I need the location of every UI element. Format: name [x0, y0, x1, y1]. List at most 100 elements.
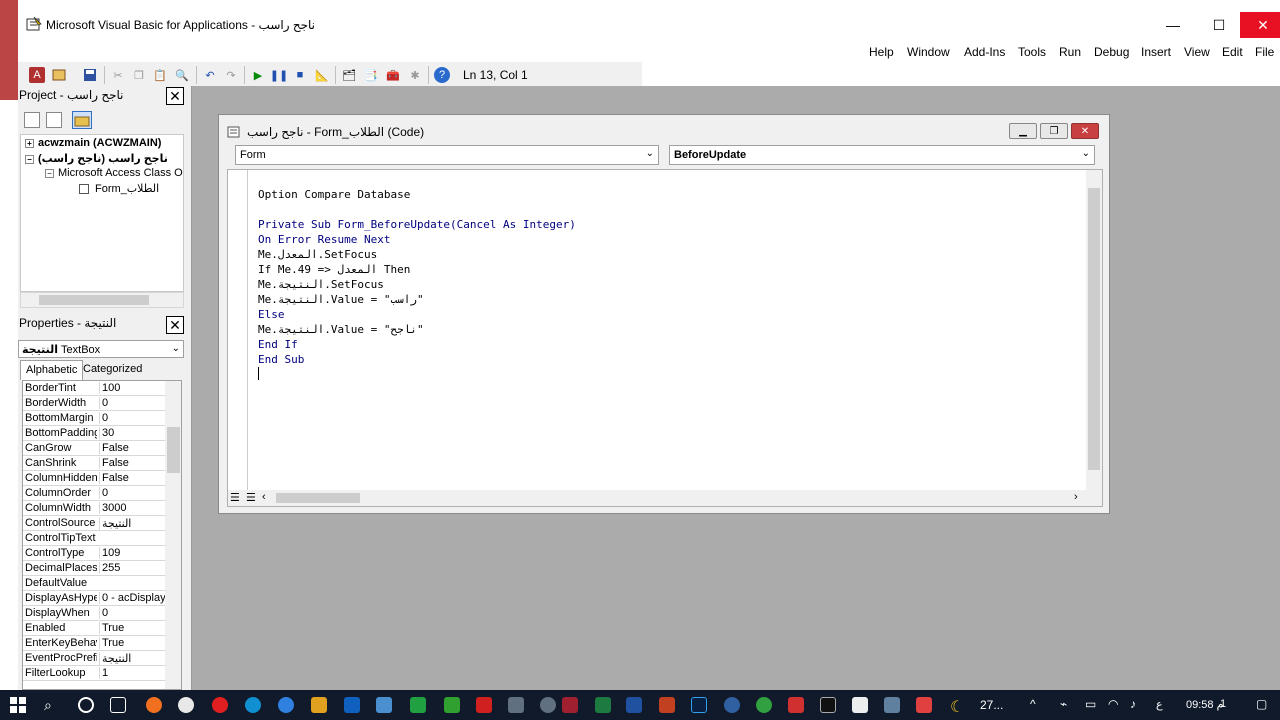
access-icon[interactable]	[562, 697, 578, 713]
property-row[interactable]: FilterLookup 1	[23, 666, 165, 681]
network-icon[interactable]: ⌁	[1060, 697, 1076, 713]
menu-edit[interactable]: Edit	[1222, 45, 1243, 59]
scroll-thumb[interactable]	[167, 427, 180, 473]
app-red2-icon[interactable]	[788, 697, 804, 713]
menu-view[interactable]: View	[1184, 45, 1210, 59]
code-editor[interactable]: Option Compare Database Private Sub Form…	[227, 169, 1103, 507]
property-row[interactable]: BorderWidth 0	[23, 396, 165, 411]
project-hscrollbar[interactable]	[20, 292, 184, 308]
collapse-icon[interactable]: −	[25, 154, 34, 164]
ie-icon[interactable]	[278, 697, 294, 713]
tree-node-form[interactable]: Form_الطلاب	[79, 182, 159, 195]
cortana-icon[interactable]	[78, 697, 94, 713]
menu-help[interactable]: Help	[869, 45, 894, 59]
clock-date[interactable]: 1	[1220, 698, 1226, 710]
tray-chevron-icon[interactable]: ^	[1030, 697, 1046, 713]
property-row[interactable]: ColumnHidden False	[23, 471, 165, 486]
code-lines[interactable]: Option Compare Database Private Sub Form…	[258, 172, 576, 380]
design-mode-icon[interactable]: 📐	[314, 67, 330, 83]
object-select[interactable]: النتيجة TextBox ⌄	[18, 340, 184, 358]
menu-debug[interactable]: Debug	[1094, 45, 1129, 59]
help-icon[interactable]: ?	[434, 67, 450, 83]
app-green-icon[interactable]	[444, 697, 460, 713]
opera-icon[interactable]	[212, 697, 228, 713]
property-row[interactable]: DecimalPlaces 255	[23, 561, 165, 576]
project-explorer-icon[interactable]: 🗂	[341, 67, 357, 83]
code-restore-button[interactable]: ❐	[1040, 123, 1068, 139]
project-close-icon[interactable]: ✕	[166, 87, 184, 105]
language-indicator[interactable]: ع	[1156, 698, 1163, 711]
scroll-left-icon[interactable]: ‹	[262, 491, 266, 503]
weather-temp[interactable]: 27...	[980, 698, 1003, 712]
cut-icon[interactable]: ✂	[110, 67, 126, 83]
camtasia-icon[interactable]	[410, 697, 426, 713]
powerpoint-icon[interactable]	[659, 697, 675, 713]
chrome-icon[interactable]	[178, 697, 194, 713]
procedure-view-icon[interactable]: ☰	[230, 491, 240, 504]
code-close-button[interactable]: ✕	[1071, 123, 1099, 139]
copy-icon[interactable]: ❐	[131, 67, 147, 83]
menu-tools[interactable]: Tools	[1018, 45, 1046, 59]
explorer-icon[interactable]	[311, 697, 327, 713]
app-circle-icon[interactable]	[540, 697, 556, 713]
menu-run[interactable]: Run	[1059, 45, 1081, 59]
menu-window[interactable]: Window	[907, 45, 950, 59]
scroll-thumb[interactable]	[39, 295, 149, 305]
weather-moon-icon[interactable]: ☾	[950, 697, 966, 716]
view-code-icon[interactable]	[24, 112, 40, 128]
property-row[interactable]: ColumnOrder 0	[23, 486, 165, 501]
property-row[interactable]: BottomMargin 0	[23, 411, 165, 426]
property-row[interactable]: Enabled True	[23, 621, 165, 636]
notifications-icon[interactable]: ▢	[1256, 697, 1272, 713]
collapse-icon[interactable]: −	[45, 168, 54, 178]
mail-icon[interactable]	[344, 697, 360, 713]
property-row[interactable]: ColumnWidth 3000	[23, 501, 165, 516]
edge-icon[interactable]	[245, 697, 261, 713]
paste-icon[interactable]: 📋	[152, 67, 168, 83]
maximize-button[interactable]: ☐	[1196, 12, 1242, 38]
find-icon[interactable]: 🔍	[174, 67, 190, 83]
volume-icon[interactable]: ♪	[1130, 697, 1146, 713]
firefox-icon[interactable]	[146, 697, 162, 713]
clock-time[interactable]: 09:58 م	[1186, 698, 1223, 711]
property-row[interactable]: EventProcPrefix النتيجة	[23, 651, 165, 666]
app-gray-icon[interactable]	[508, 697, 524, 713]
app-lime-icon[interactable]	[756, 697, 772, 713]
access-view-icon[interactable]: A	[29, 67, 45, 83]
run-icon[interactable]: ▶	[250, 67, 266, 83]
minimize-button[interactable]: —	[1150, 12, 1196, 38]
code-vscrollbar[interactable]	[1086, 170, 1102, 490]
menu-add-ins[interactable]: Add-Ins	[964, 45, 1005, 59]
app-white-icon[interactable]	[852, 697, 868, 713]
toolbox-icon[interactable]: ✱	[407, 67, 423, 83]
tree-node-class-objects[interactable]: − Microsoft Access Class O	[45, 167, 183, 179]
app-slate-icon[interactable]	[884, 697, 900, 713]
full-module-view-icon[interactable]: ☰	[246, 491, 256, 504]
object-browser-icon[interactable]: 🧰	[385, 67, 401, 83]
property-row[interactable]: DisplayWhen 0	[23, 606, 165, 621]
photoshop-icon[interactable]	[691, 697, 707, 713]
windows-start-icon[interactable]	[10, 697, 26, 713]
search-icon[interactable]: ⌕	[44, 697, 60, 713]
break-icon[interactable]: ❚❚	[270, 67, 288, 83]
app-blue-icon[interactable]	[724, 697, 740, 713]
property-row[interactable]: BorderTint 100	[23, 381, 165, 396]
task-view-icon[interactable]	[110, 697, 126, 713]
battery-icon[interactable]: ▭	[1085, 697, 1101, 713]
procedure-combo[interactable]: BeforeUpdate ⌄	[669, 145, 1095, 165]
property-row[interactable]: ControlTipText	[23, 531, 165, 546]
tab-alphabetic[interactable]: Alphabetic	[20, 360, 84, 380]
property-row[interactable]: CanShrink False	[23, 456, 165, 471]
code-hscrollbar[interactable]: ☰ ☰ ‹ ›	[228, 490, 1102, 506]
tree-node-acwzmain[interactable]: + acwzmain (ACWZMAIN)	[25, 137, 161, 149]
close-button[interactable]: ✕	[1240, 12, 1280, 38]
expand-icon[interactable]: +	[25, 138, 34, 148]
menu-insert[interactable]: Insert	[1141, 45, 1171, 59]
word-icon[interactable]	[626, 697, 642, 713]
scroll-thumb[interactable]	[276, 493, 360, 503]
app-red3-icon[interactable]	[916, 697, 932, 713]
property-row[interactable]: BottomPadding 30	[23, 426, 165, 441]
wifi-icon[interactable]: ◠	[1108, 697, 1124, 713]
properties-close-icon[interactable]: ✕	[166, 316, 184, 334]
scroll-thumb[interactable]	[1088, 188, 1100, 470]
